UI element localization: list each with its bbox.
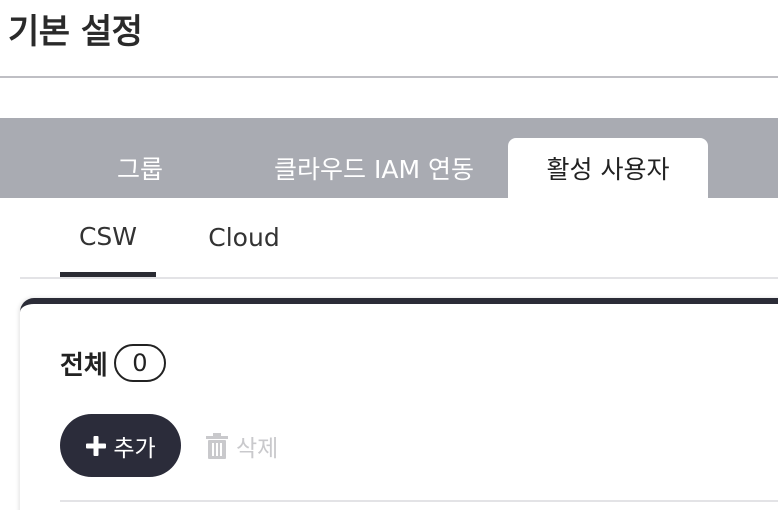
card-divider bbox=[60, 500, 778, 502]
total-summary: 전체 0 bbox=[60, 344, 166, 382]
add-button-label: 추가 bbox=[113, 435, 156, 462]
users-card: 전체 0 추가 삭제 bbox=[20, 298, 778, 510]
plus-icon bbox=[85, 435, 107, 457]
sub-tab-bar: CSW Cloud bbox=[20, 198, 778, 279]
tab-group[interactable]: 그룹 bbox=[60, 138, 220, 198]
total-count-badge: 0 bbox=[113, 344, 166, 382]
subtab-csw[interactable]: CSW bbox=[60, 198, 156, 277]
main-tab-bar: 그룹 클라우드 IAM 연동 활성 사용자 bbox=[0, 118, 778, 198]
title-divider bbox=[0, 76, 778, 78]
total-label: 전체 bbox=[60, 350, 108, 381]
subtab-cloud[interactable]: Cloud bbox=[196, 198, 292, 277]
delete-button[interactable]: 삭제 bbox=[200, 422, 284, 470]
page-title: 기본 설정 bbox=[8, 12, 143, 52]
trash-icon bbox=[206, 433, 228, 459]
delete-button-label: 삭제 bbox=[236, 436, 279, 462]
settings-page: 기본 설정 그룹 클라우드 IAM 연동 활성 사용자 CSW Cloud 전체… bbox=[0, 0, 778, 510]
tab-cloud-iam[interactable]: 클라우드 IAM 연동 bbox=[258, 138, 490, 198]
tab-active-users[interactable]: 활성 사용자 bbox=[508, 138, 708, 198]
add-button[interactable]: 추가 bbox=[60, 414, 181, 477]
